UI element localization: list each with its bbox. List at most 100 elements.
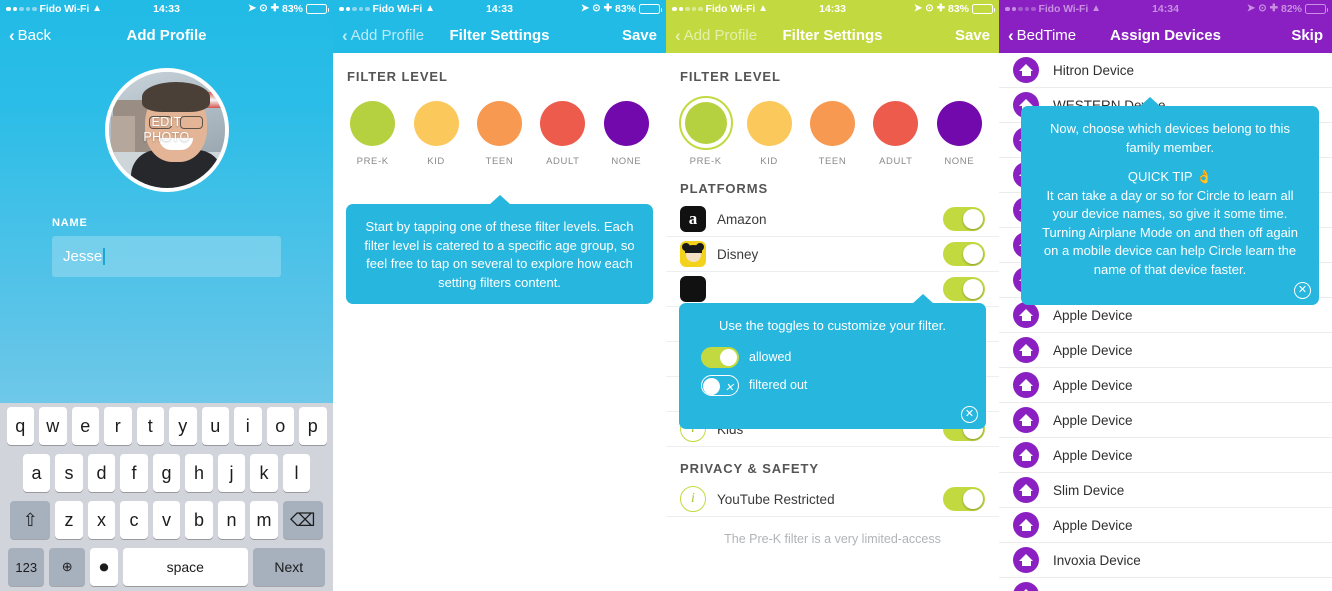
name-input[interactable]: Jesse	[52, 236, 281, 277]
filter-level-label: ADULT	[546, 156, 580, 167]
table-row-obscured[interactable]	[666, 272, 999, 307]
key-r[interactable]: r	[104, 407, 132, 445]
device-name: Apple Device	[1053, 517, 1133, 533]
key-p[interactable]: p	[299, 407, 327, 445]
table-row[interactable]: Disney	[666, 237, 999, 272]
filter-level-teen[interactable]: TEEN	[805, 96, 859, 167]
battery-icon	[1305, 4, 1328, 14]
nav-bar: ‹ BedTime Assign Devices Skip	[999, 18, 1332, 53]
tooltip-close-button[interactable]: ✕	[1294, 282, 1311, 299]
tooltip-arrow-icon	[912, 294, 934, 304]
key-e[interactable]: e	[71, 407, 99, 445]
list-item[interactable]	[999, 578, 1332, 591]
save-button[interactable]: Save	[622, 27, 657, 44]
toggle-switch[interactable]	[943, 207, 985, 231]
filter-level-none[interactable]: NONE	[599, 96, 653, 167]
back-button[interactable]: ‹ Back	[9, 27, 51, 45]
key-t[interactable]: t	[136, 407, 164, 445]
key-w[interactable]: w	[39, 407, 67, 445]
key-c[interactable]: c	[120, 501, 148, 539]
next-key[interactable]: Next	[252, 548, 325, 586]
legend-label: filtered out	[749, 377, 808, 392]
numbers-key[interactable]: 123	[8, 548, 45, 586]
list-item[interactable]: Apple Device	[999, 508, 1332, 543]
edit-photo-button[interactable]: EDIT PHOTO	[109, 72, 225, 188]
key-y[interactable]: y	[169, 407, 197, 445]
avatar[interactable]: EDIT PHOTO	[104, 68, 229, 192]
filter-level-kid[interactable]: KID	[409, 96, 463, 167]
status-bar: Fido Wi-Fi ▲ 14:33 ➤ ⊙ ✚ 83%	[0, 0, 333, 18]
table-row[interactable]: i YouTube Restricted	[666, 482, 999, 517]
globe-icon[interactable]: ⊕	[49, 548, 86, 586]
device-name: Invoxia Device	[1053, 552, 1141, 568]
key-o[interactable]: o	[266, 407, 294, 445]
list-item[interactable]: Invoxia Device	[999, 543, 1332, 578]
tooltip-arrow-icon	[1139, 97, 1161, 107]
key-a[interactable]: a	[22, 454, 51, 492]
list-item[interactable]: Apple Device	[999, 403, 1332, 438]
tooltip-legend: allowed ✕ filtered out	[691, 346, 974, 396]
skip-button[interactable]: Skip	[1291, 27, 1323, 44]
nav-bar: ‹ Add Profile Filter Settings Save	[333, 18, 666, 53]
keyboard-row-3: ⇧ z x c v b n m ⌫	[2, 501, 331, 539]
selected-ring	[678, 96, 733, 150]
space-key[interactable]: space	[122, 548, 248, 586]
shift-key[interactable]: ⇧	[10, 501, 51, 539]
tooltip-intro: Now, choose which devices belong to this…	[1050, 121, 1290, 155]
filter-level-label: TEEN	[485, 156, 514, 167]
key-n[interactable]: n	[217, 501, 246, 539]
filter-level-pre-k[interactable]: PRE-K	[346, 96, 400, 167]
device-name: Apple Device	[1053, 307, 1133, 323]
tooltip-close-button[interactable]: ✕	[961, 405, 978, 423]
bluetooth-icon: ✚	[936, 3, 945, 14]
tooltip-text: Start by tapping one of these filter lev…	[364, 219, 635, 290]
backspace-key[interactable]: ⌫	[282, 501, 323, 539]
list-item[interactable]: Apple Device	[999, 368, 1332, 403]
key-q[interactable]: q	[6, 407, 34, 445]
save-button[interactable]: Save	[955, 27, 990, 44]
chevron-left-icon: ‹	[342, 25, 348, 45]
filter-level-adult[interactable]: ADULT	[536, 96, 590, 167]
key-b[interactable]: b	[185, 501, 213, 539]
key-i[interactable]: i	[234, 407, 262, 445]
back-button[interactable]: ‹ Add Profile	[675, 27, 757, 45]
nav-bar: ‹ Back Add Profile	[0, 18, 333, 53]
toggle-switch[interactable]	[943, 242, 985, 266]
list-item[interactable]: Apple Device	[999, 333, 1332, 368]
key-l[interactable]: l	[282, 454, 311, 492]
filter-level-selector: PRE-K KID TEEN ADULT NONE	[333, 84, 666, 167]
key-j[interactable]: j	[217, 454, 246, 492]
key-f[interactable]: f	[120, 454, 148, 492]
key-k[interactable]: k	[250, 454, 278, 492]
key-u[interactable]: u	[201, 407, 229, 445]
filter-level-none[interactable]: NONE	[932, 96, 986, 167]
list-item[interactable]: Apple Device	[999, 438, 1332, 473]
row-label: Disney	[717, 246, 759, 262]
toggle-on-icon	[701, 346, 739, 368]
key-s[interactable]: s	[55, 454, 83, 492]
filter-level-kid[interactable]: KID	[742, 96, 796, 167]
filter-level-teen[interactable]: TEEN	[472, 96, 526, 167]
table-row[interactable]: a Amazon	[666, 202, 999, 237]
key-v[interactable]: v	[152, 501, 181, 539]
mic-icon[interactable]: ⏺	[90, 548, 118, 586]
filter-level-adult[interactable]: ADULT	[869, 96, 923, 167]
key-g[interactable]: g	[152, 454, 181, 492]
rotation-lock-icon: ⊙	[592, 3, 601, 14]
device-name: Apple Device	[1053, 447, 1133, 463]
toggle-switch[interactable]	[943, 277, 985, 301]
list-item[interactable]: Hitron Device	[999, 53, 1332, 88]
key-x[interactable]: x	[87, 501, 116, 539]
key-m[interactable]: m	[250, 501, 278, 539]
amazon-icon: a	[680, 206, 706, 232]
key-z[interactable]: z	[55, 501, 83, 539]
row-label: YouTube Restricted	[717, 491, 835, 507]
back-button[interactable]: ‹ BedTime	[1008, 27, 1076, 45]
list-item[interactable]: Slim Device	[999, 473, 1332, 508]
key-h[interactable]: h	[185, 454, 213, 492]
toggle-switch[interactable]	[943, 487, 985, 511]
filter-level-pre-k[interactable]: PRE-K	[678, 96, 733, 167]
disney-icon	[680, 241, 706, 267]
back-button[interactable]: ‹ Add Profile	[342, 25, 424, 45]
key-d[interactable]: d	[87, 454, 116, 492]
